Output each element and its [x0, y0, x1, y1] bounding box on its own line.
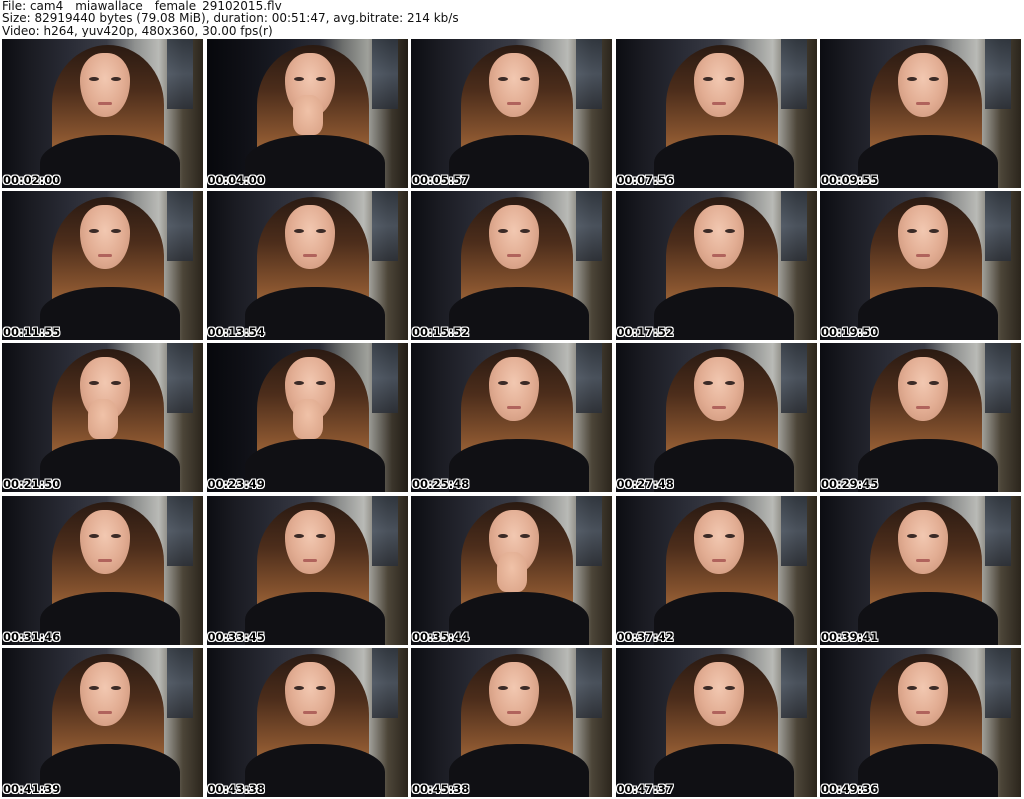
thumbnail-timestamp: 00:47:37: [616, 781, 674, 796]
video-thumbnail: 00:04:00: [206, 39, 408, 188]
video-thumbnail: 00:33:45: [206, 495, 408, 645]
video-thumbnail: 00:05:57: [411, 39, 612, 188]
thumbnail-timestamp: 00:41:39: [3, 781, 61, 796]
thumbnail-timestamp: 00:49:36: [821, 781, 879, 796]
file-size-line: Size: 82919440 bytes (79.08 MiB), durati…: [2, 12, 459, 25]
thumbnail-timestamp: 00:33:45: [207, 629, 265, 644]
video-thumbnail: 00:49:36: [820, 647, 1021, 797]
thumbnail-timestamp: 00:37:42: [616, 629, 674, 644]
video-thumbnail: 00:02:00: [2, 39, 203, 188]
video-thumbnail: 00:15:52: [411, 191, 612, 341]
video-thumbnail: 00:37:42: [615, 495, 817, 645]
video-thumbnail: 00:25:48: [411, 343, 612, 493]
thumbnail-timestamp: 00:21:50: [3, 477, 61, 492]
thumbnail-timestamp: 00:43:38: [207, 781, 265, 796]
thumbnail-timestamp: 00:35:44: [412, 629, 470, 644]
video-thumbnail: 00:17:52: [615, 191, 817, 341]
video-thumbnail: 00:23:49: [206, 343, 408, 493]
thumbnail-timestamp: 00:15:52: [412, 325, 470, 340]
video-thumbnail: 00:09:55: [820, 39, 1021, 188]
file-name-line: File: cam4__miawallace__female_29102015.…: [2, 0, 282, 13]
thumbnail-timestamp: 00:31:46: [3, 629, 61, 644]
thumbnail-timestamp: 00:27:48: [616, 477, 674, 492]
thumbnail-timestamp: 00:45:38: [412, 781, 470, 796]
thumbnail-timestamp: 00:07:56: [616, 173, 674, 187]
video-thumbnail: 00:43:38: [206, 647, 408, 797]
file-info-header: File: cam4__miawallace__female_29102015.…: [2, 0, 1020, 38]
video-thumbnail: 00:27:48: [615, 343, 817, 493]
thumbnail-grid: 00:02:00 00:04:00 00:05:57 00:07:56 00:0…: [2, 39, 1021, 797]
video-thumbnail: 00:21:50: [2, 343, 203, 493]
thumbnail-timestamp: 00:19:50: [821, 325, 879, 340]
thumbnail-timestamp: 00:13:54: [207, 325, 265, 340]
video-thumbnail: 00:45:38: [411, 647, 612, 797]
thumbnail-timestamp: 00:09:55: [821, 173, 879, 187]
video-info-line: Video: h264, yuv420p, 480x360, 30.00 fps…: [2, 24, 273, 38]
thumbnail-timestamp: 00:11:55: [3, 325, 61, 340]
video-thumbnail: 00:13:54: [206, 191, 408, 341]
video-thumbnail: 00:19:50: [820, 191, 1021, 341]
video-thumbnail: 00:07:56: [615, 39, 817, 188]
video-thumbnail: 00:39:41: [820, 495, 1021, 645]
video-thumbnail: 00:31:46: [2, 495, 203, 645]
thumbnail-timestamp: 00:39:41: [821, 629, 879, 644]
thumbnail-timestamp: 00:02:00: [3, 173, 61, 187]
video-thumbnail: 00:41:39: [2, 647, 203, 797]
video-thumbnail: 00:29:45: [820, 343, 1021, 493]
video-thumbnail: 00:47:37: [615, 647, 817, 797]
thumbnail-timestamp: 00:04:00: [207, 173, 265, 187]
video-thumbnail: 00:35:44: [411, 495, 612, 645]
thumbnail-timestamp: 00:17:52: [616, 325, 674, 340]
thumbnail-timestamp: 00:25:48: [412, 477, 470, 492]
thumbnail-timestamp: 00:05:57: [412, 173, 470, 187]
thumbnail-timestamp: 00:23:49: [207, 477, 265, 492]
thumbnail-timestamp: 00:29:45: [821, 477, 879, 492]
video-thumbnail: 00:11:55: [2, 191, 203, 341]
